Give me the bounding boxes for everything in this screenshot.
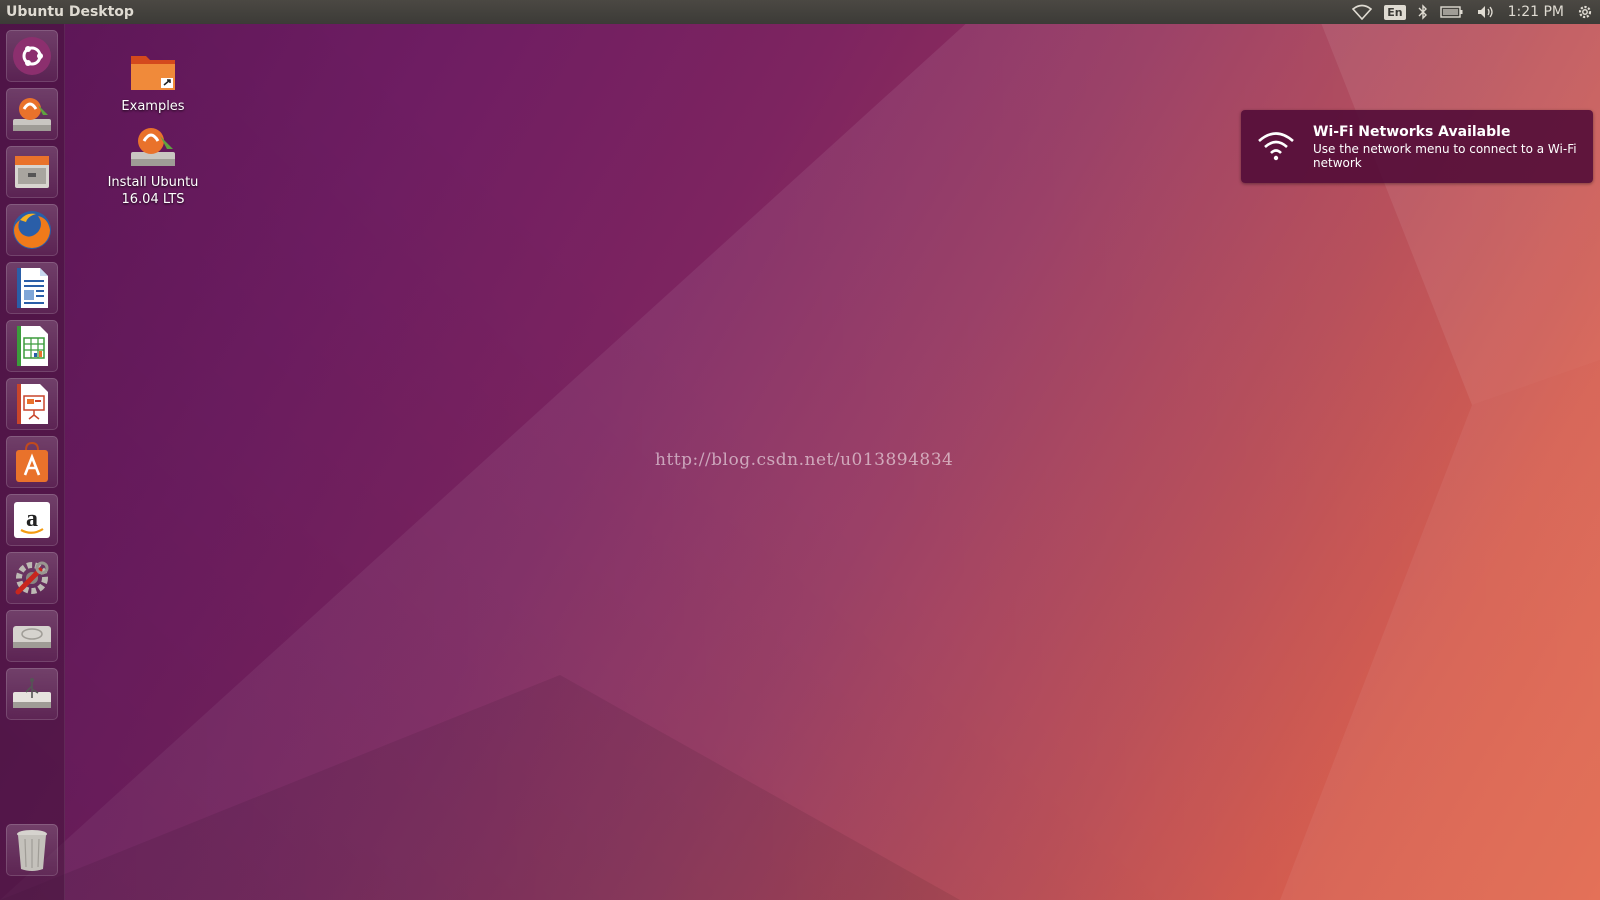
hard-disk-icon bbox=[10, 616, 54, 656]
calc-icon bbox=[12, 324, 52, 368]
launcher: a bbox=[0, 24, 65, 900]
desktop-icon-examples[interactable]: Examples bbox=[98, 50, 208, 115]
launcher-item-ubuntu-software[interactable] bbox=[6, 436, 58, 488]
window-title: Ubuntu Desktop bbox=[6, 4, 134, 20]
battery-icon[interactable] bbox=[1439, 0, 1464, 24]
notification-body: Use the network menu to connect to a Wi-… bbox=[1313, 142, 1577, 170]
launcher-item-ubuntu-dash[interactable] bbox=[6, 30, 58, 82]
bluetooth-icon[interactable] bbox=[1418, 0, 1428, 24]
gear-icon[interactable] bbox=[1576, 0, 1594, 24]
clock[interactable]: 1:21 PM bbox=[1508, 0, 1564, 24]
launcher-item-usb-drive[interactable] bbox=[6, 668, 58, 720]
desktop-icon-label-line2: 16.04 LTS bbox=[121, 192, 185, 207]
installer-icon bbox=[10, 93, 54, 135]
launcher-item-system-settings[interactable] bbox=[6, 552, 58, 604]
amazon-icon: a bbox=[12, 500, 52, 540]
ubuntu-logo-icon bbox=[11, 35, 53, 77]
wifi-icon[interactable] bbox=[1352, 0, 1373, 24]
software-bag-icon bbox=[12, 440, 52, 484]
firefox-icon bbox=[10, 208, 54, 252]
file-cabinet-icon bbox=[11, 151, 53, 193]
launcher-item-amazon[interactable]: a bbox=[6, 494, 58, 546]
language-label: En bbox=[1384, 4, 1406, 20]
keyboard-language-icon[interactable]: En bbox=[1384, 0, 1406, 24]
svg-text:a: a bbox=[26, 506, 38, 532]
settings-wrench-icon bbox=[10, 556, 54, 600]
launcher-item-disk-drive[interactable] bbox=[6, 610, 58, 662]
desktop-icon-label-line1: Install Ubuntu bbox=[107, 175, 199, 190]
folder-link-icon bbox=[128, 56, 178, 98]
watermark-text: http://blog.csdn.net/u013894834 bbox=[655, 450, 954, 470]
writer-icon bbox=[12, 266, 52, 310]
launcher-item-libreoffice-impress[interactable] bbox=[6, 378, 58, 430]
launcher-item-files[interactable] bbox=[6, 146, 58, 198]
desktop-icon-label: Examples bbox=[121, 99, 185, 114]
launcher-item-install-ubuntu[interactable] bbox=[6, 88, 58, 140]
wifi-icon bbox=[1256, 130, 1296, 166]
notification-title: Wi-Fi Networks Available bbox=[1313, 124, 1511, 140]
system-tray: En 1:21 PM bbox=[1352, 0, 1594, 24]
trash-icon bbox=[12, 827, 52, 873]
installer-icon bbox=[127, 128, 179, 174]
launcher-item-firefox[interactable] bbox=[6, 204, 58, 256]
notification-bubble: Wi-Fi Networks Available Use the network… bbox=[1241, 110, 1593, 183]
launcher-item-libreoffice-calc[interactable] bbox=[6, 320, 58, 372]
desktop-icon-install-ubuntu[interactable]: Install Ubuntu 16.04 LTS bbox=[98, 124, 208, 208]
launcher-item-trash[interactable] bbox=[6, 824, 58, 876]
launcher-item-libreoffice-writer[interactable] bbox=[6, 262, 58, 314]
volume-icon[interactable] bbox=[1476, 0, 1496, 24]
top-panel: Ubuntu Desktop En 1:21 PM bbox=[0, 0, 1600, 24]
impress-icon bbox=[12, 382, 52, 426]
usb-drive-icon bbox=[10, 674, 54, 714]
